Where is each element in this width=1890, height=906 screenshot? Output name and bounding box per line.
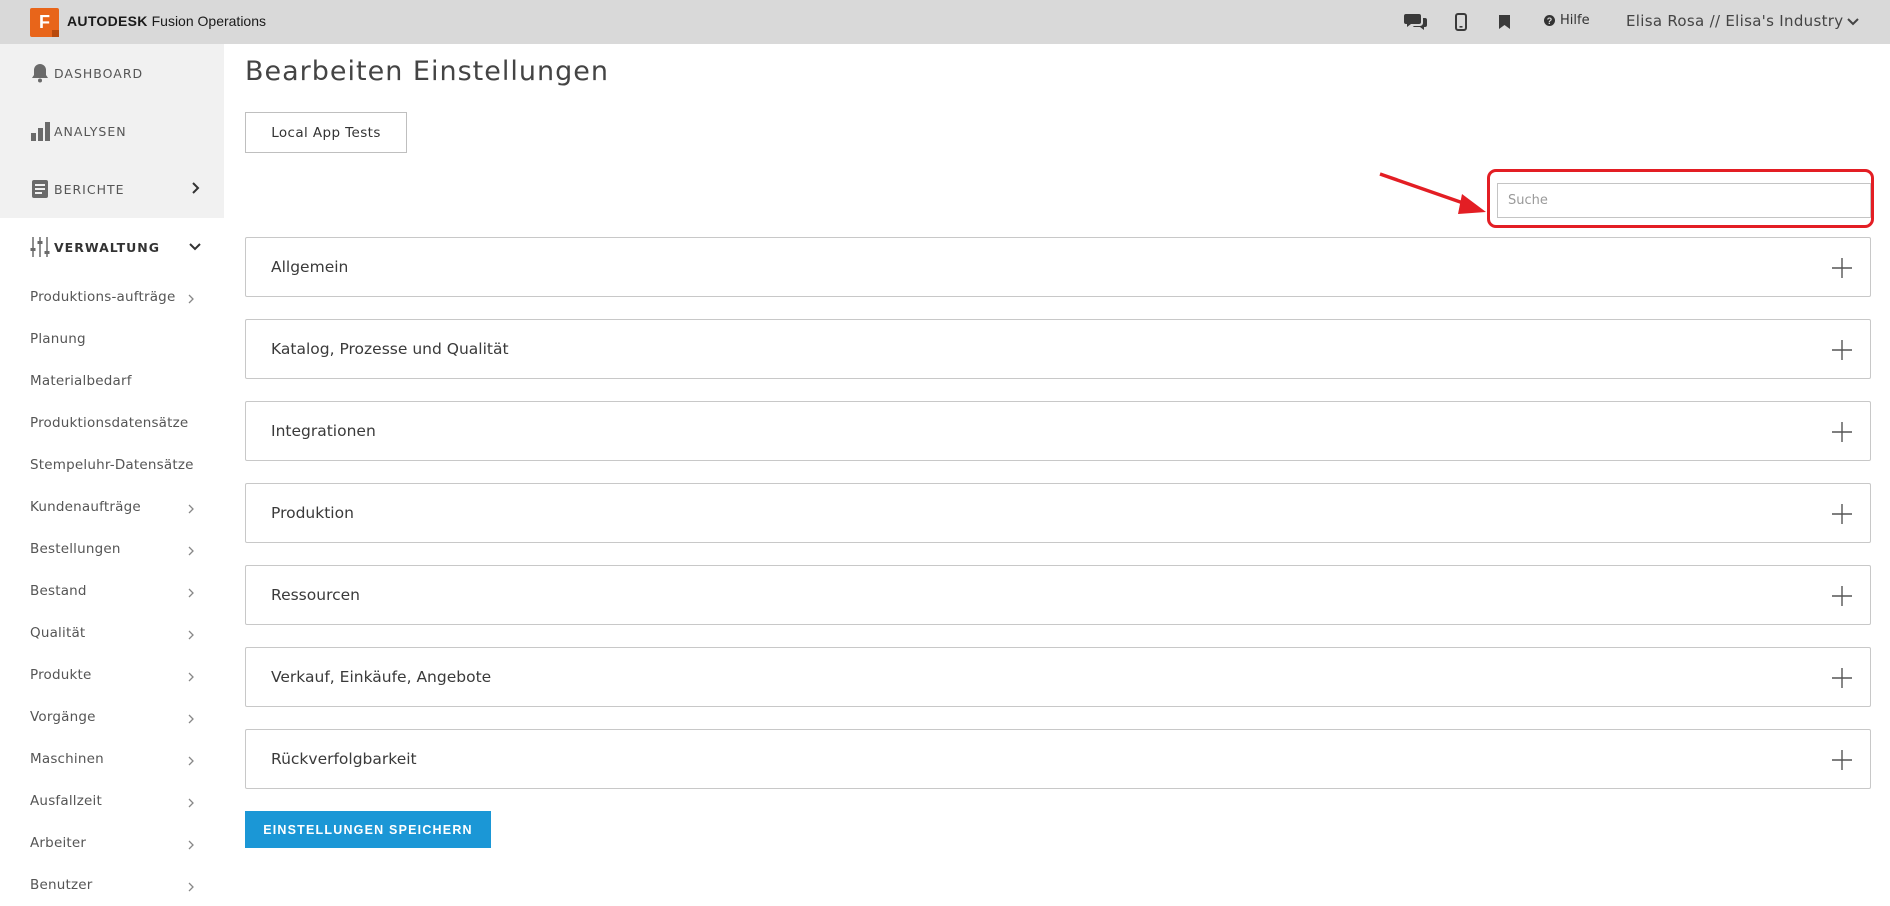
chevron-right-icon [186,838,196,850]
chevron-down-icon[interactable] [1845,14,1861,30]
sidebar-item-dashboard[interactable]: DASHBOARD [0,44,224,102]
sidebar-subitem-label: Planung [30,331,86,347]
settings-panel-title: Allgemein [271,258,349,276]
expand-plus-icon[interactable] [1832,422,1852,442]
sidebar-subitem[interactable]: Stempeluhr-Datensätze [0,444,224,486]
settings-panel[interactable]: Ressourcen [245,565,1871,625]
help-link[interactable]: ? Hilfe [1544,13,1590,28]
chevron-right-icon [186,628,196,640]
annotation-arrow-icon [1379,172,1486,214]
sidebar-item-berichte[interactable]: BERICHTE [0,160,224,218]
chevron-right-icon [186,712,196,724]
page-title: Bearbeiten Einstellungen [245,56,609,87]
chevron-right-icon [186,880,196,892]
settings-panel-title: Ressourcen [271,586,360,604]
expand-plus-icon[interactable] [1832,668,1852,688]
sidebar-subitem-label: Arbeiter [30,835,87,851]
product-name: Fusion Operations [151,13,267,29]
help-icon: ? [1544,15,1555,26]
sidebar-subitem[interactable]: Planung [0,318,224,360]
verwaltung-submenu: Produktions-aufträge Planung Materialbedar… [0,276,224,906]
sliders-icon [29,236,51,258]
logo-letter: F [39,12,50,32]
sidebar-subitem[interactable]: Bestellungen [0,528,224,570]
fusion-logo-icon[interactable]: F [30,8,59,37]
sidebar-subitem-label: Maschinen [30,751,104,767]
sidebar-item-analysen[interactable]: ANALYSEN [0,102,224,160]
sidebar-subitem[interactable]: Benutzer [0,864,224,906]
save-settings-button[interactable]: EINSTELLUNGEN SPEICHERN [245,811,491,848]
settings-panel-title: Verkauf, Einkäufe, Angebote [271,668,492,686]
chevron-right-icon [186,292,196,304]
settings-panel[interactable]: Integrationen [245,401,1871,461]
sidebar-item-label: DASHBOARD [54,65,144,81]
tab-local-app-tests[interactable]: Local App Tests [245,112,407,153]
sidebar-subitem[interactable]: Vorgänge [0,696,224,738]
sidebar-subitem-label: Materialbedarf [30,373,132,389]
sidebar-subitem[interactable]: Ausfallzeit [0,780,224,822]
chevron-right-icon [186,586,196,598]
sidebar-subitem[interactable]: Produktionsdatensätze [0,402,224,444]
chevron-right-icon [186,796,196,808]
settings-panel-title: Rückverfolgbarkeit [271,750,417,768]
sidebar: DASHBOARD ANALYSEN BERICHTE VERWALTUNG P… [0,44,224,906]
sidebar-item-label: VERWALTUNG [54,239,161,255]
mobile-icon[interactable] [1449,10,1473,34]
top-bar: F AUTODESK Fusion Operations ? Hilfe Eli… [0,0,1890,44]
settings-panel[interactable]: Produktion [245,483,1871,543]
expand-plus-icon[interactable] [1832,258,1852,278]
expand-plus-icon[interactable] [1832,340,1852,360]
help-label: Hilfe [1560,13,1590,28]
chevron-down-icon [188,239,202,253]
sidebar-item-label: ANALYSEN [54,123,127,139]
settings-panel[interactable]: Katalog, Prozesse und Qualität [245,319,1871,379]
sidebar-subitem-label: Bestand [30,583,87,599]
chevron-right-icon [188,181,202,195]
sidebar-subitem-label: Benutzer [30,877,93,893]
settings-panel-title: Integrationen [271,422,376,440]
sidebar-subitem-label: Kundenaufträge [30,499,141,515]
chevron-right-icon [186,544,196,556]
sidebar-item-label: BERICHTE [54,181,125,197]
user-account-label[interactable]: Elisa Rosa // Elisa's Industry [1626,12,1843,30]
sidebar-subitem-label: Vorgänge [30,709,96,725]
settings-panel[interactable]: Allgemein [245,237,1871,297]
sidebar-subitem[interactable]: Kundenaufträge [0,486,224,528]
settings-panel-title: Produktion [271,504,354,522]
sidebar-subitem-label: Produktions-aufträge [30,289,176,305]
expand-plus-icon[interactable] [1832,586,1852,606]
sidebar-subitem-label: Qualität [30,625,86,641]
settings-panel-title: Katalog, Prozesse und Qualität [271,340,509,358]
expand-plus-icon[interactable] [1832,750,1852,770]
brand-name: AUTODESK [67,13,148,29]
bell-icon [29,62,51,84]
sidebar-subitem-label: Bestellungen [30,541,121,557]
settings-panel[interactable]: Rückverfolgbarkeit [245,729,1871,789]
sidebar-subitem[interactable]: Maschinen [0,738,224,780]
sidebar-subitem[interactable]: Arbeiter [0,822,224,864]
sidebar-subitem-label: Produktionsdatensätze [30,415,189,431]
sidebar-subitem-label: Produkte [30,667,92,683]
bookmark-icon[interactable] [1492,10,1516,34]
sidebar-subitem-label: Stempeluhr-Datensätze [30,457,194,473]
app-title: AUTODESK Fusion Operations [67,13,266,29]
chevron-right-icon [186,670,196,682]
settings-panel[interactable]: Verkauf, Einkäufe, Angebote [245,647,1871,707]
chat-icon[interactable] [1404,10,1428,34]
bar-chart-icon [29,120,51,142]
expand-plus-icon[interactable] [1832,504,1852,524]
sidebar-subitem[interactable]: Qualität [0,612,224,654]
sidebar-subitem[interactable]: Bestand [0,570,224,612]
sidebar-subitem[interactable]: Materialbedarf [0,360,224,402]
sidebar-item-verwaltung[interactable]: VERWALTUNG [0,218,224,276]
main-content: Bearbeiten Einstellungen Local App Tests… [224,44,1890,890]
chevron-right-icon [186,502,196,514]
search-input[interactable] [1497,183,1871,218]
report-icon [29,178,51,200]
sidebar-subitem[interactable]: Produkte [0,654,224,696]
chevron-right-icon [186,754,196,766]
sidebar-subitem[interactable]: Produktions-aufträge [0,276,224,318]
sidebar-subitem-label: Ausfallzeit [30,793,102,809]
